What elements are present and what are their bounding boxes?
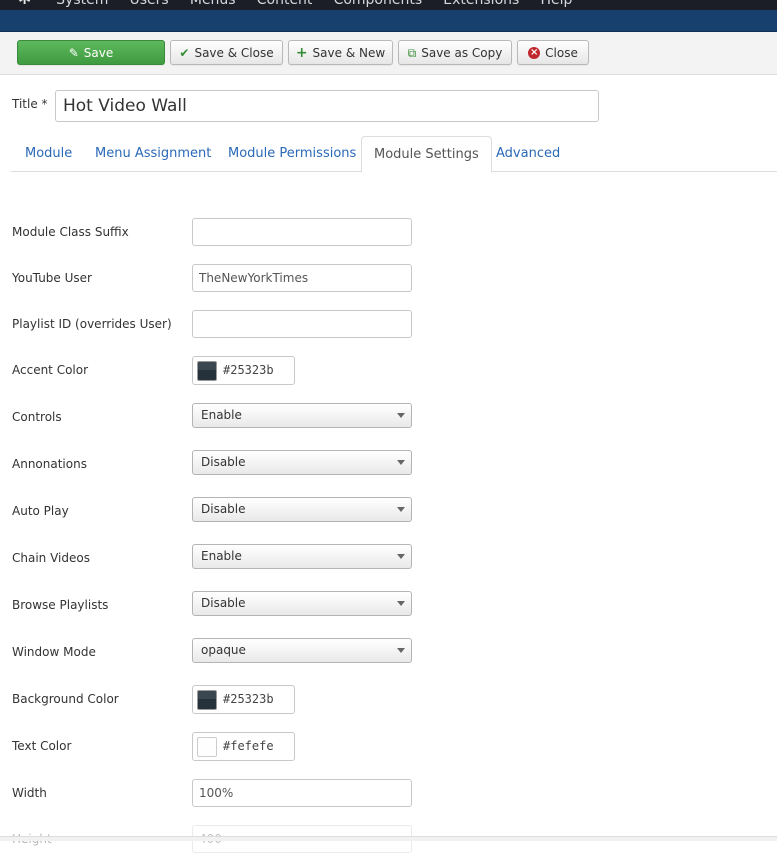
background-color-input[interactable]: #25323b (192, 685, 295, 714)
joomla-logo-icon[interactable]: ✲ (18, 0, 34, 7)
annotations-selected: Disable (201, 455, 246, 469)
chevron-down-icon (397, 554, 405, 559)
status-bar (0, 836, 777, 841)
module-class-suffix-input[interactable] (192, 218, 412, 246)
accent-color-value: #25323b (223, 363, 274, 377)
label-background-color: Background Color (12, 692, 119, 706)
chevron-down-icon (397, 413, 405, 418)
tab-module-permissions[interactable]: Module Permissions (216, 136, 368, 172)
tab-menu-assignment[interactable]: Menu Assignment (83, 136, 223, 172)
auto-play-selected: Disable (201, 502, 246, 516)
nav-components[interactable]: Components (334, 0, 423, 8)
save-new-button[interactable]: + Save & New (288, 40, 393, 65)
window-mode-selected: opaque (201, 643, 246, 657)
nav-users[interactable]: Users (130, 0, 169, 8)
chevron-down-icon (397, 460, 405, 465)
close-button[interactable]: × Close (517, 40, 589, 65)
tab-module-settings[interactable]: Module Settings (361, 136, 492, 173)
save-close-button[interactable]: ✔ Save & Close (170, 40, 283, 65)
label-youtube-user: YouTube User (12, 271, 92, 285)
label-text-color: Text Color (12, 739, 72, 753)
accent-color-swatch[interactable] (197, 361, 217, 381)
chevron-down-icon (397, 648, 405, 653)
title-label: Title * (12, 97, 48, 111)
chain-videos-selected: Enable (201, 549, 242, 563)
edit-icon: ✎ (68, 45, 79, 60)
youtube-user-input[interactable] (192, 264, 412, 292)
text-color-value: #fefefe (223, 739, 274, 753)
title-input[interactable] (55, 90, 599, 122)
browse-playlists-selected: Disable (201, 596, 246, 610)
copy-icon: ⧉ (407, 45, 417, 60)
page-title-bar (0, 10, 777, 32)
save-new-label: Save & New (312, 45, 386, 60)
checkmark-icon: ✔ (179, 45, 190, 60)
nav-system[interactable]: System (56, 0, 108, 8)
label-playlist-id: Playlist ID (overrides User) (12, 317, 172, 331)
width-input[interactable] (192, 779, 412, 807)
label-width: Width (12, 786, 47, 800)
nav-help[interactable]: Help (540, 0, 572, 8)
save-button-label: Save (83, 45, 114, 60)
save-close-label: Save & Close (194, 45, 274, 60)
annotations-select[interactable]: Disable (192, 450, 412, 475)
nav-content[interactable]: Content (257, 0, 313, 8)
close-label: Close (545, 45, 578, 60)
label-module-class-suffix: Module Class Suffix (12, 225, 129, 239)
window-mode-select[interactable]: opaque (192, 638, 412, 663)
tab-bar: Module Menu Assignment Module Permission… (11, 136, 777, 173)
toolbar: ✎ Save ✔ Save & Close + Save & New ⧉ Sav… (0, 32, 777, 75)
close-icon: × (528, 46, 541, 59)
label-controls: Controls (12, 410, 62, 424)
label-annotations: Annonations (12, 457, 87, 471)
label-browse-playlists: Browse Playlists (12, 598, 109, 612)
label-accent-color: Accent Color (12, 363, 89, 377)
chevron-down-icon (397, 601, 405, 606)
nav-extensions[interactable]: Extensions (443, 0, 519, 8)
nav-menus[interactable]: Menus (190, 0, 236, 8)
save-button[interactable]: ✎ Save (17, 40, 165, 65)
save-copy-label: Save as Copy (421, 45, 503, 60)
save-copy-button[interactable]: ⧉ Save as Copy (398, 40, 512, 65)
background-color-swatch[interactable] (197, 690, 217, 710)
chain-videos-select[interactable]: Enable (192, 544, 412, 569)
controls-select[interactable]: Enable (192, 403, 412, 428)
auto-play-select[interactable]: Disable (192, 497, 412, 522)
controls-selected: Enable (201, 408, 242, 422)
text-color-input[interactable]: #fefefe (192, 732, 295, 761)
tab-advanced[interactable]: Advanced (484, 136, 572, 172)
text-color-swatch[interactable] (197, 737, 217, 757)
label-window-mode: Window Mode (12, 645, 96, 659)
top-navigation: ✲ System Users Menus Content Components … (0, 0, 777, 10)
tab-module[interactable]: Module (13, 136, 84, 172)
label-chain-videos: Chain Videos (12, 551, 90, 565)
background-color-value: #25323b (223, 692, 274, 706)
label-auto-play: Auto Play (12, 504, 69, 518)
playlist-id-input[interactable] (192, 310, 412, 338)
chevron-down-icon (397, 507, 405, 512)
plus-icon: + (295, 44, 308, 61)
browse-playlists-select[interactable]: Disable (192, 591, 412, 616)
accent-color-input[interactable]: #25323b (192, 356, 295, 385)
